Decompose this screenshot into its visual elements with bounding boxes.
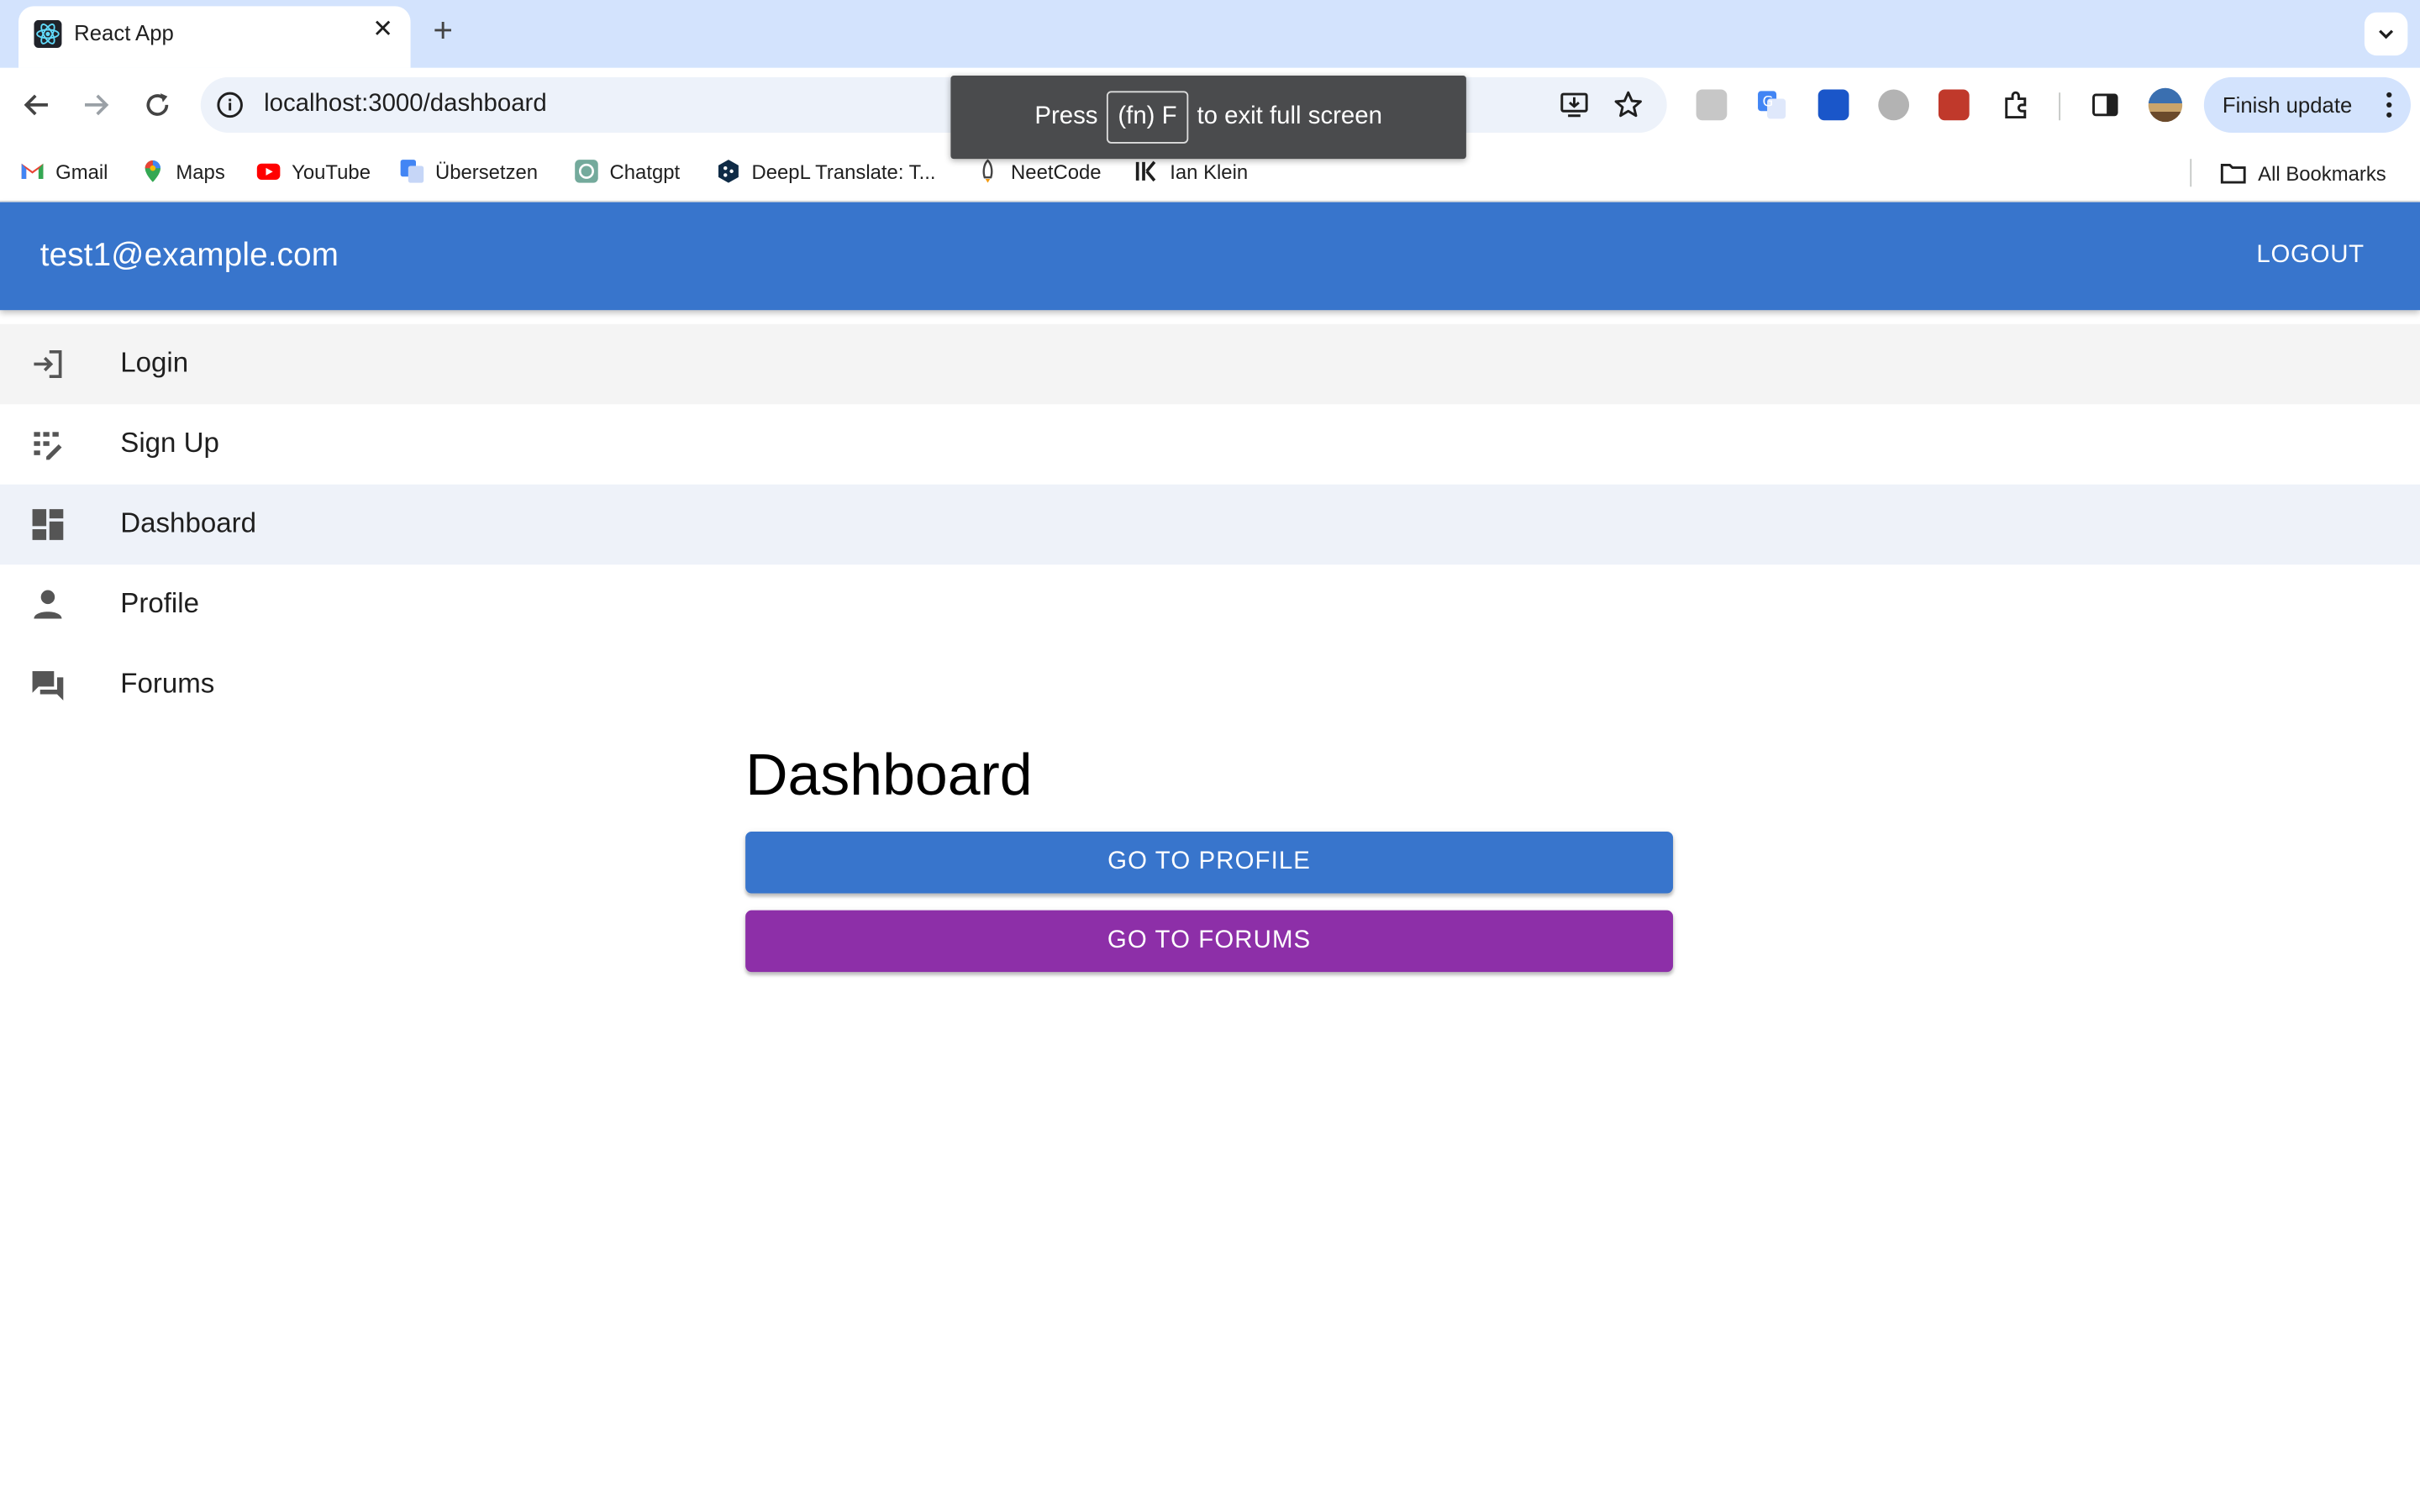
finish-update-label: Finish update bbox=[2222, 92, 2353, 118]
nav-list: Login Sign Up Dashboard Profile Forums bbox=[0, 323, 2420, 726]
toast-rest-text: to exit full screen bbox=[1197, 103, 1382, 130]
dashboard-icon bbox=[32, 509, 64, 540]
nav-item-dashboard[interactable]: Dashboard bbox=[0, 484, 2420, 565]
side-panel-icon[interactable] bbox=[2090, 90, 2121, 121]
site-info-icon[interactable] bbox=[216, 91, 244, 118]
toolbar-divider bbox=[2059, 92, 2061, 121]
bookmark-ian-klein[interactable]: Ian Klein bbox=[1134, 159, 1248, 183]
app-bar: test1@example.com LOGOUT bbox=[0, 202, 2420, 311]
tab-title: React App bbox=[74, 19, 174, 45]
bookmarks-divider bbox=[2190, 159, 2192, 187]
nav-label: Profile bbox=[120, 587, 199, 619]
rocket-icon bbox=[982, 159, 993, 183]
nav-label: Dashboard bbox=[120, 507, 257, 539]
user-email: test1@example.com bbox=[39, 237, 339, 274]
reload-icon bbox=[146, 93, 169, 116]
adblock-icon[interactable] bbox=[1878, 89, 1910, 121]
folder-icon bbox=[2220, 163, 2246, 184]
install-app-icon[interactable] bbox=[1559, 90, 1590, 121]
nav-label: Sign Up bbox=[120, 427, 219, 459]
bookmark-maps[interactable]: Maps bbox=[140, 159, 225, 183]
ik-logo-icon bbox=[1135, 160, 1156, 182]
all-bookmarks-button[interactable]: All Bookmarks bbox=[2219, 159, 2386, 186]
star-icon[interactable] bbox=[1612, 90, 1644, 121]
url-text[interactable]: localhost:3000/dashboard bbox=[264, 91, 547, 118]
bookmark-label: Übersetzen bbox=[434, 160, 539, 183]
forward-button[interactable] bbox=[77, 87, 114, 123]
puzzle-icon[interactable] bbox=[2000, 90, 2031, 121]
new-tab-button[interactable]: + bbox=[426, 13, 460, 49]
bookmark-chatgpt[interactable]: Chatgpt bbox=[574, 159, 680, 183]
password-manager-icon[interactable] bbox=[1818, 89, 1849, 121]
nav-item-profile[interactable]: Profile bbox=[0, 564, 2420, 645]
youtube-icon bbox=[256, 163, 281, 180]
logout-button[interactable]: LOGOUT bbox=[2256, 242, 2365, 270]
bookmark-label: YouTube bbox=[292, 160, 371, 183]
bookmark-neetcode[interactable]: NeetCode bbox=[976, 159, 1102, 183]
svg-text:G: G bbox=[1763, 94, 1774, 110]
finish-update-button[interactable]: Finish update bbox=[2203, 76, 2411, 133]
close-icon[interactable]: ✕ bbox=[371, 18, 395, 43]
nav-item-login[interactable]: Login bbox=[0, 323, 2420, 405]
react-icon bbox=[34, 19, 62, 48]
bookmark-label: DeepL Translate: T... bbox=[751, 160, 936, 183]
forum-icon bbox=[32, 670, 64, 701]
nav-item-forums[interactable]: Forums bbox=[0, 645, 2420, 726]
bookmark-youtube[interactable]: YouTube bbox=[256, 159, 371, 183]
arrow-left-icon bbox=[24, 94, 48, 116]
bookmark-label: Maps bbox=[176, 160, 225, 183]
bookmark-label: Ian Klein bbox=[1170, 160, 1249, 183]
bookmark-deepl[interactable]: DeepL Translate: T... bbox=[716, 159, 935, 183]
bookmark-label: NeetCode bbox=[1011, 160, 1102, 183]
gmail-icon bbox=[21, 163, 44, 180]
chevron-down-icon bbox=[2379, 29, 2394, 39]
translate-icon bbox=[400, 160, 424, 183]
browser-tab[interactable]: React App ✕ bbox=[18, 6, 411, 68]
arrow-right-icon bbox=[85, 94, 109, 116]
page-title: Dashboard bbox=[745, 743, 1033, 809]
toast-press-text: Press bbox=[1034, 103, 1098, 130]
deepl-icon bbox=[718, 160, 739, 183]
bookmark-gmail[interactable]: Gmail bbox=[20, 159, 108, 183]
toast-key: (fn) F bbox=[1107, 91, 1188, 144]
signup-icon bbox=[34, 432, 62, 460]
profile-avatar[interactable] bbox=[2148, 87, 2183, 123]
nav-item-signup[interactable]: Sign Up bbox=[0, 404, 2420, 485]
go-to-forums-button[interactable]: GO TO FORUMS bbox=[745, 910, 1674, 973]
maps-icon bbox=[145, 160, 161, 182]
go-to-profile-button[interactable]: GO TO PROFILE bbox=[745, 832, 1674, 894]
browser-tabstrip: React App ✕ + bbox=[0, 0, 2420, 68]
extension-red-icon[interactable] bbox=[1938, 89, 1970, 121]
more-vert-icon bbox=[2386, 92, 2392, 118]
extension-icon[interactable] bbox=[1696, 89, 1728, 121]
tab-search-button[interactable] bbox=[2364, 12, 2408, 56]
fullscreen-toast: Press (fn) F to exit full screen bbox=[950, 76, 1466, 160]
back-button[interactable] bbox=[18, 87, 55, 123]
bookmark-translate[interactable]: Übersetzen bbox=[400, 159, 538, 183]
person-icon bbox=[34, 590, 62, 619]
nav-label: Forums bbox=[120, 668, 215, 700]
nav-label: Login bbox=[120, 347, 189, 378]
bookmark-label: Chatgpt bbox=[609, 160, 681, 183]
chatgpt-icon bbox=[575, 160, 598, 183]
google-translate-icon[interactable]: G bbox=[1756, 90, 1787, 121]
reload-button[interactable] bbox=[139, 87, 176, 123]
all-bookmarks-label: All Bookmarks bbox=[2258, 160, 2386, 185]
login-icon bbox=[34, 349, 62, 378]
bookmark-label: Gmail bbox=[55, 160, 108, 183]
